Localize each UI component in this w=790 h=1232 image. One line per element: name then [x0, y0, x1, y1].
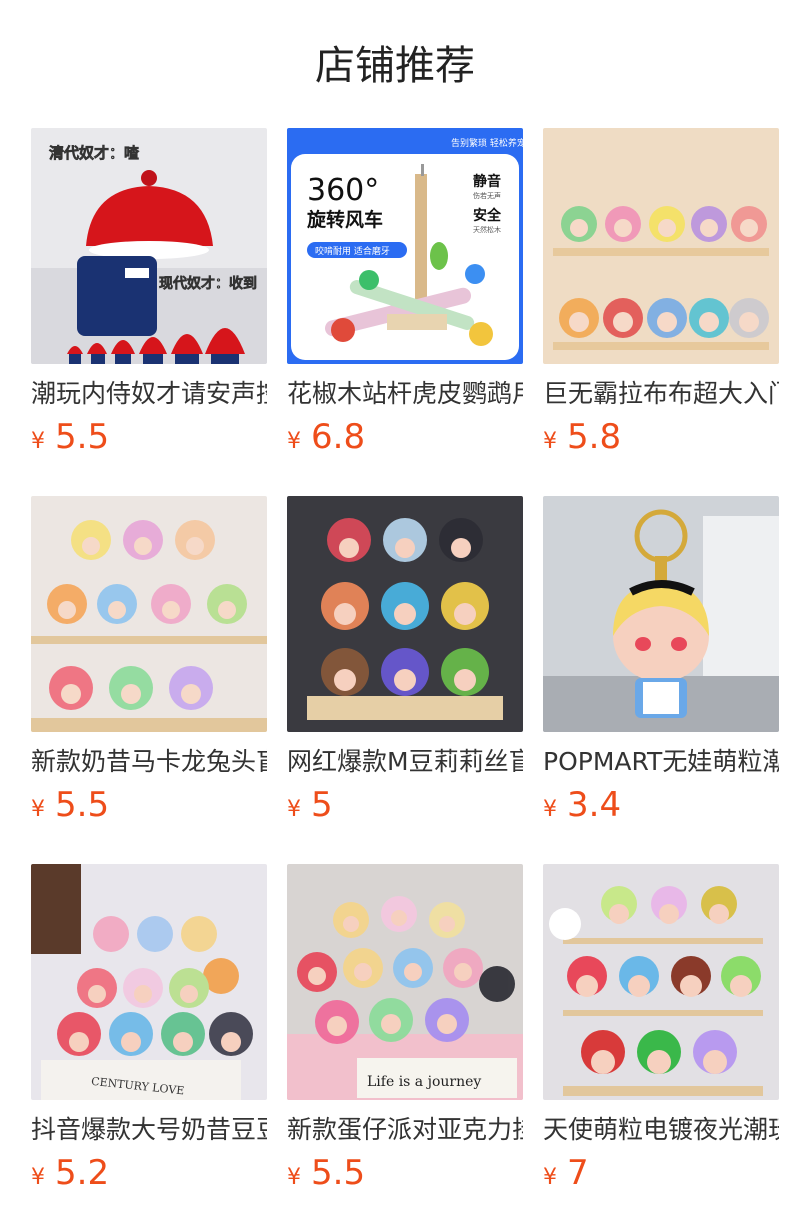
product-price: 5.8: [567, 417, 622, 457]
product-price: 7: [567, 1153, 589, 1193]
product-image[interactable]: Life is a journey: [287, 864, 523, 1100]
product-price: 5.5: [55, 785, 110, 825]
image-caption-6: 安全: [473, 207, 502, 224]
product-name[interactable]: 新款奶昔马卡龙兔头盲盒: [31, 746, 267, 778]
product-card[interactable]: POPMART无娃萌粒潮玩 ¥ 3.4: [543, 496, 779, 864]
product-price-row: ¥ 5.5: [287, 1152, 523, 1194]
currency-symbol: ¥: [287, 1165, 301, 1190]
product-price-row: ¥ 3.4: [543, 784, 779, 826]
product-image[interactable]: 告别繁琐 轻松养宠 360° 旋转风车 静音 伤若无声 安全 天然松木 咬啃耐用…: [287, 128, 523, 364]
product-price-row: ¥ 6.8: [287, 416, 523, 458]
currency-symbol: ¥: [31, 1165, 45, 1190]
product-price: 5: [311, 785, 333, 825]
currency-symbol: ¥: [287, 797, 301, 822]
product-card[interactable]: 网红爆款M豆莉莉丝盲盒 ¥ 5: [287, 496, 523, 864]
product-name[interactable]: POPMART无娃萌粒潮玩: [543, 746, 779, 778]
product-image[interactable]: [543, 128, 779, 364]
product-card[interactable]: 清代奴才：喳 现代奴才：收到 潮玩内侍奴才请安声控 ¥ 5.5: [31, 128, 267, 496]
image-caption-8: 咬啃耐用 适合磨牙: [315, 245, 390, 257]
product-price: 5.5: [311, 1153, 366, 1193]
product-card[interactable]: 告别繁琐 轻松养宠 360° 旋转风车 静音 伤若无声 安全 天然松木 咬啃耐用…: [287, 128, 523, 496]
product-price: 5.5: [55, 417, 110, 457]
product-price: 5.2: [55, 1153, 110, 1193]
image-caption-4: 静音: [473, 173, 501, 190]
product-price: 6.8: [311, 417, 366, 457]
product-price-row: ¥ 5.2: [31, 1152, 267, 1194]
product-name[interactable]: 天使萌粒电镀夜光潮玩: [543, 1114, 779, 1146]
product-card[interactable]: CENTURY LOVE 抖音爆款大号奶昔豆 ¥ 5.2: [31, 864, 267, 1232]
image-caption-1: 清代奴才：喳: [49, 144, 140, 162]
currency-symbol: ¥: [287, 429, 301, 454]
image-caption-2: 360°: [307, 173, 379, 208]
product-price-row: ¥ 5: [287, 784, 523, 826]
product-card[interactable]: 新款奶昔马卡龙兔头盲盒 ¥ 5.5: [31, 496, 267, 864]
product-image[interactable]: 清代奴才：喳 现代奴才：收到: [31, 128, 267, 364]
product-price-row: ¥ 5.5: [31, 416, 267, 458]
currency-symbol: ¥: [543, 1165, 557, 1190]
product-card[interactable]: 天使萌粒电镀夜光潮玩 ¥ 7: [543, 864, 779, 1232]
product-image[interactable]: [31, 496, 267, 732]
product-image[interactable]: CENTURY LOVE: [31, 864, 267, 1100]
product-name[interactable]: 潮玩内侍奴才请安声控: [31, 378, 267, 410]
image-caption-3: 旋转风车: [306, 208, 383, 231]
product-price: 3.4: [567, 785, 622, 825]
image-caption-7: 天然松木: [473, 225, 501, 234]
currency-symbol: ¥: [31, 797, 45, 822]
product-image[interactable]: [543, 864, 779, 1100]
product-price-row: ¥ 5.8: [543, 416, 779, 458]
product-image[interactable]: [287, 496, 523, 732]
product-card[interactable]: Life is a journey 新款蛋仔派对亚克力 ¥ 5.5: [287, 864, 523, 1232]
image-caption-2: 现代奴才：收到: [159, 275, 257, 292]
product-card[interactable]: 巨无霸拉布布超大入门款 ¥ 5.8: [543, 128, 779, 496]
product-image[interactable]: [543, 496, 779, 732]
section-title: 店铺推荐: [315, 43, 475, 89]
product-grid: 清代奴才：喳 现代奴才：收到 潮玩内侍奴才请安声控 ¥ 5.5 告别繁琐 轻松养…: [31, 128, 779, 1232]
product-name[interactable]: 新款蛋仔派对亚克力挂件: [287, 1114, 523, 1146]
image-caption-1: 告别繁琐 轻松养宠: [451, 137, 523, 149]
product-price-row: ¥ 5.5: [31, 784, 267, 826]
currency-symbol: ¥: [31, 429, 45, 454]
image-caption-5: 伤若无声: [473, 191, 501, 200]
product-price-row: ¥ 7: [543, 1152, 779, 1194]
currency-symbol: ¥: [543, 429, 557, 454]
shop-recommend-page: 店铺推荐 清代奴才：喳 现代奴才：收到 潮玩内侍奴才请安声控 ¥ 5.5 告别繁…: [0, 0, 790, 1232]
product-name[interactable]: 抖音爆款大号奶昔豆豆盲盒: [31, 1114, 267, 1146]
product-name[interactable]: 巨无霸拉布布超大入门款: [543, 378, 779, 410]
product-name[interactable]: 花椒木站杆虎皮鹦鹉用品: [287, 378, 523, 410]
product-name[interactable]: 网红爆款M豆莉莉丝盲盒: [287, 746, 523, 778]
image-caption-1: Life is a journey: [367, 1074, 481, 1090]
currency-symbol: ¥: [543, 797, 557, 822]
